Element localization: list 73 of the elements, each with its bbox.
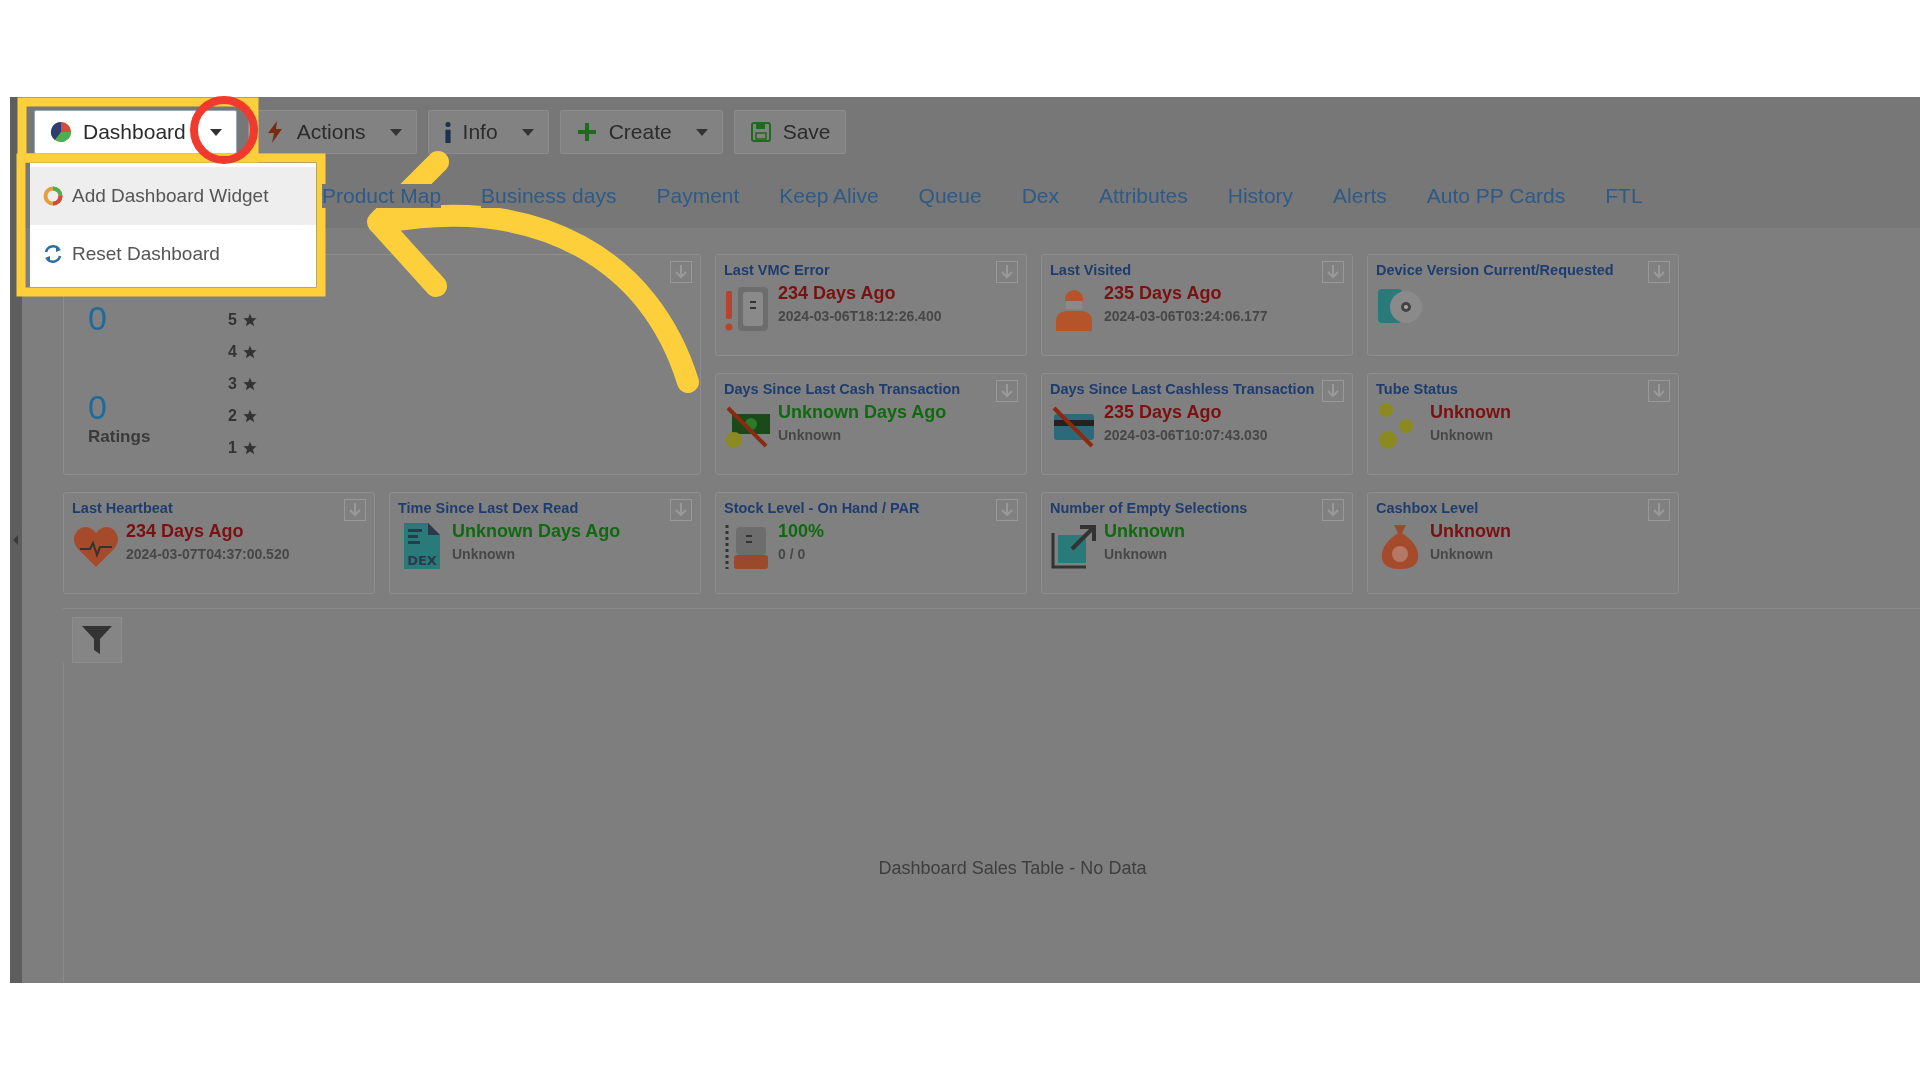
filter-icon (80, 624, 114, 656)
widget-title: Device Version Current/Requested (1376, 261, 1615, 279)
widget-detail: Unknown (1430, 427, 1494, 443)
download-icon[interactable] (996, 380, 1018, 402)
rating-count: 0 (88, 388, 108, 427)
tab[interactable]: Product Map (322, 184, 442, 208)
widget-value: Unknown Days Ago (778, 402, 947, 423)
widget-detail: 2024-03-06T18:12:26.400 (778, 308, 942, 324)
star-icon (242, 345, 257, 359)
create-button[interactable]: Create (559, 110, 723, 154)
download-icon[interactable] (1322, 261, 1344, 283)
widget-value: 234 Days Ago (778, 283, 897, 304)
widget-value: 234 Days Ago (126, 521, 245, 542)
download-icon[interactable] (996, 261, 1018, 283)
widget-title: Last VMC Error (724, 261, 831, 279)
widget-title: Days Since Last Cashless Transaction (1050, 380, 1316, 398)
donut-icon (42, 185, 64, 207)
star-icon (242, 313, 257, 327)
dashboard-button[interactable]: Dashboard (34, 110, 237, 154)
rating-count: 0 (88, 299, 108, 338)
filter-button[interactable] (72, 617, 122, 663)
download-icon[interactable] (670, 499, 692, 521)
star-level: 3 (228, 375, 237, 393)
widget-value: Unknown (1430, 402, 1511, 423)
download-icon[interactable] (1648, 499, 1670, 521)
pie-chart-icon (49, 120, 73, 144)
star-level: 5 (228, 311, 237, 329)
widget-title: Time Since Last Dex Read (398, 499, 580, 517)
star-level: 1 (228, 439, 237, 457)
widget-detail: Unknown (1104, 546, 1168, 562)
widget-value: 235 Days Ago (1104, 402, 1223, 423)
widget-title: Stock Level - On Hand / PAR (724, 499, 921, 517)
widget-title: Last Visited (1050, 261, 1133, 279)
widget-title: Last Heartbeat (72, 499, 174, 517)
widget-detail: 2024-03-07T04:37:00.520 (126, 546, 290, 562)
refresh-icon (42, 243, 64, 265)
widget-detail: Unknown (778, 427, 842, 443)
widget-detail: 0 / 0 (778, 546, 807, 562)
download-icon[interactable] (1322, 499, 1344, 521)
widget-title: Tube Status (1376, 380, 1459, 398)
widget-detail: 2024-03-06T10:07:43.030 (1104, 427, 1268, 443)
star-level: 4 (228, 343, 237, 361)
menu-item[interactable]: Add Dashboard Widget (30, 167, 316, 225)
highlight-circle (190, 96, 258, 164)
widget-value: Unknown Days Ago (452, 521, 621, 542)
star-icon (242, 409, 257, 423)
download-icon[interactable] (1322, 380, 1344, 402)
download-icon[interactable] (670, 261, 692, 283)
widget-value: Unknown (1104, 521, 1185, 542)
widget-value: 235 Days Ago (1104, 283, 1223, 304)
widget-value: 100% (778, 521, 825, 542)
widget-detail: Unknown (1430, 546, 1494, 562)
widget-detail: Unknown (452, 546, 516, 562)
ratings-label: Ratings (88, 427, 152, 447)
download-icon[interactable] (1648, 380, 1670, 402)
info-button[interactable]: Info (427, 110, 549, 154)
download-icon[interactable] (344, 499, 366, 521)
download-icon[interactable] (1648, 261, 1670, 283)
star-icon (242, 377, 257, 391)
widget-title: Days Since Last Cash Transaction (724, 380, 962, 398)
widget-value: Unknown (1430, 521, 1511, 542)
download-icon[interactable] (996, 499, 1018, 521)
collapse-icon[interactable] (13, 535, 19, 545)
star-icon (242, 441, 257, 455)
save-button[interactable]: Save (733, 110, 846, 154)
widget-title: Number of Empty Selections (1050, 499, 1249, 517)
empty-message: Dashboard Sales Table - No Data (878, 857, 1147, 879)
widget-detail: 2024-03-06T03:24:06.177 (1104, 308, 1268, 324)
save-icon (748, 120, 773, 144)
widget-title: Cashbox Level (1376, 499, 1480, 517)
info-icon (442, 121, 453, 143)
star-level: 2 (228, 407, 237, 425)
actions-button[interactable]: Actions (247, 110, 417, 154)
